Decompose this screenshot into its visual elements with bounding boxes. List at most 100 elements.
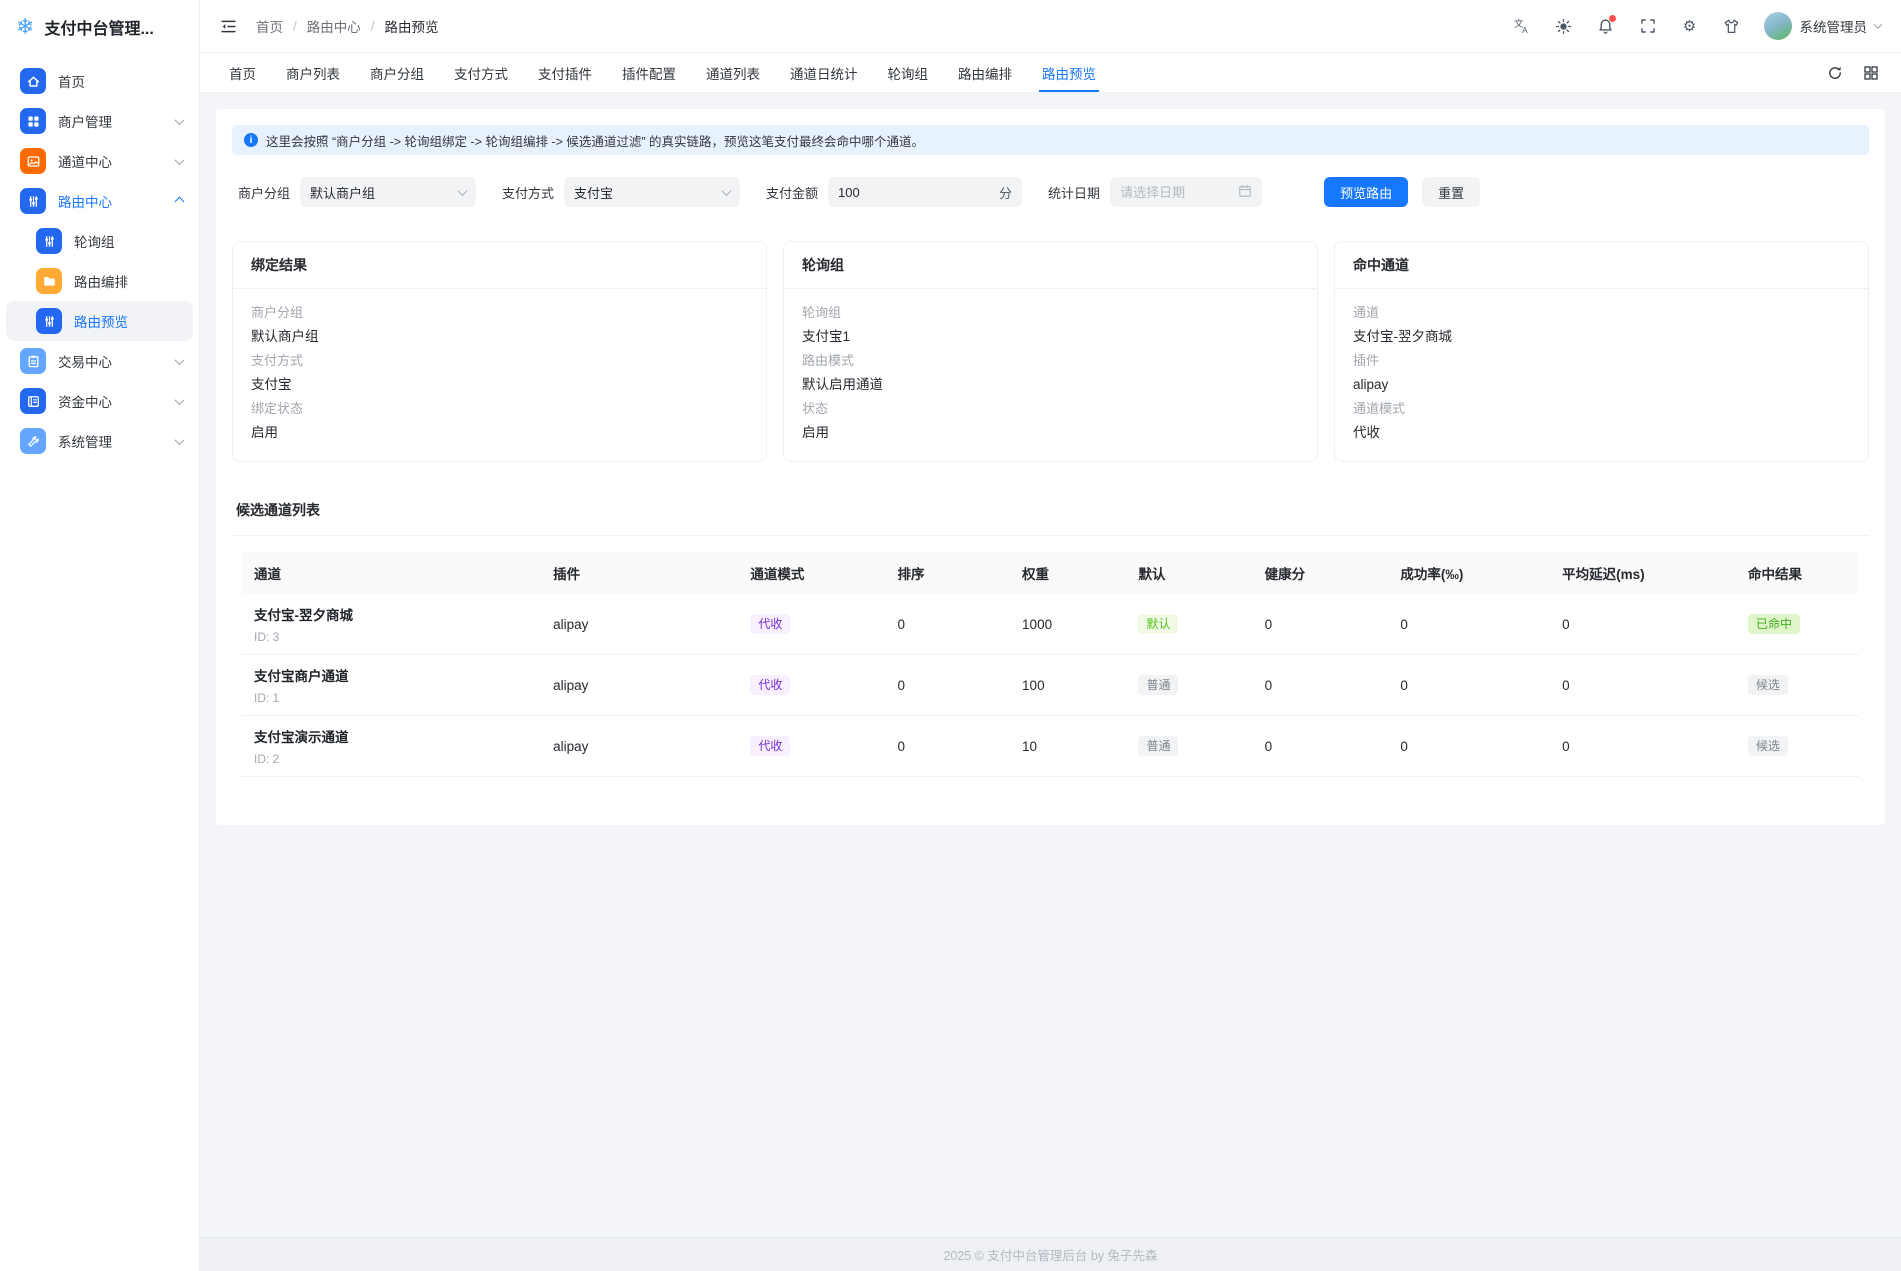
field-label: 轮询组 [802, 301, 1299, 325]
sidebar-item-label: 资金中心 [58, 391, 164, 411]
hit-result-tag: 候选 [1748, 736, 1788, 756]
home-icon [20, 68, 46, 94]
sidebar-item-route-center[interactable]: 路由中心 [6, 181, 193, 221]
svg-text:A: A [1522, 25, 1528, 35]
channel-name: 支付宝商户通道 [254, 665, 529, 685]
theme-sun-icon[interactable] [1554, 16, 1574, 36]
sidebar-item-label: 路由中心 [58, 191, 164, 211]
settings-gear-icon[interactable]: ⚙ [1680, 16, 1700, 36]
col-channel: 通道 [242, 552, 541, 594]
sidebar-item-channel-center[interactable]: 通道中心 [6, 141, 193, 181]
cell-success-rate: 0 [1388, 594, 1550, 655]
sidebar-item-route-preview[interactable]: 路由预览 [6, 301, 193, 341]
cell-avg-delay: 0 [1550, 594, 1736, 655]
sidebar-item-fund-center[interactable]: 资金中心 [6, 381, 193, 421]
tools-icon [20, 428, 46, 454]
notification-dot [1609, 15, 1616, 22]
col-success-rate: 成功率(‰) [1388, 552, 1550, 594]
breadcrumb-separator: / [293, 19, 297, 34]
main-area: 首页 / 路由中心 / 路由预览 文A ⚙ 系统管理员 [200, 0, 1901, 1271]
breadcrumb-home[interactable]: 首页 [256, 16, 283, 36]
tab-home[interactable]: 首页 [214, 53, 271, 92]
tab-pay-plugin[interactable]: 支付插件 [523, 53, 607, 92]
breadcrumb-separator: / [371, 19, 375, 34]
cell-plugin: alipay [541, 716, 738, 777]
card-title: 命中通道 [1335, 242, 1868, 289]
chevron-up-icon [175, 196, 185, 206]
tab-pay-method[interactable]: 支付方式 [439, 53, 523, 92]
sidebar-item-label: 通道中心 [58, 151, 164, 171]
notification-bell-icon[interactable] [1596, 16, 1616, 36]
merchant-group-select[interactable]: 默认商户组 [300, 177, 476, 207]
sidebar-item-merchant[interactable]: 商户管理 [6, 101, 193, 141]
chevron-down-icon [722, 186, 732, 196]
field-label: 支付方式 [251, 349, 748, 373]
sidebar-item-trade-center[interactable]: 交易中心 [6, 341, 193, 381]
col-weight: 权重 [1010, 552, 1126, 594]
cell-sort: 0 [886, 655, 1011, 716]
table-header-row: 通道 插件 通道模式 排序 权重 默认 健康分 成功率(‰) 平均延迟(ms) … [242, 552, 1859, 594]
amount-label: 支付金额 [766, 183, 818, 202]
tab-route-preview[interactable]: 路由预览 [1027, 53, 1111, 92]
footer: 2025 © 支付中台管理后台 by 兔子先森 [200, 1237, 1901, 1271]
col-hit-result: 命中结果 [1736, 552, 1859, 594]
sidebar-item-label: 交易中心 [58, 351, 164, 371]
field-value: 代收 [1353, 421, 1850, 445]
hit-result-tag: 已命中 [1748, 614, 1800, 634]
sidebar-item-route-orchestration[interactable]: 路由编排 [6, 261, 193, 301]
reset-button[interactable]: 重置 [1422, 177, 1480, 207]
sidebar-item-label: 轮询组 [74, 231, 183, 251]
preview-route-button[interactable]: 预览路由 [1324, 177, 1408, 207]
fullscreen-icon[interactable] [1638, 16, 1658, 36]
channel-id: ID: 1 [254, 691, 529, 705]
candidate-channel-table: 通道 插件 通道模式 排序 权重 默认 健康分 成功率(‰) 平均延迟(ms) … [242, 552, 1859, 777]
cell-health: 0 [1253, 716, 1389, 777]
translate-icon[interactable]: 文A [1512, 16, 1532, 36]
logo: ❄ 支付中台管理... [0, 0, 199, 53]
refresh-icon[interactable] [1825, 63, 1845, 83]
field-label: 绑定状态 [251, 397, 748, 421]
hit-result-tag: 候选 [1748, 675, 1788, 695]
polling-group-card: 轮询组 轮询组 支付宝1 路由模式 默认启用通道 状态 启用 [783, 241, 1318, 462]
cell-sort: 0 [886, 716, 1011, 777]
field-value: 默认商户组 [251, 325, 748, 349]
user-menu[interactable]: 系统管理员 [1764, 12, 1882, 40]
tab-polling-group[interactable]: 轮询组 [873, 53, 944, 92]
amount-input[interactable] [838, 185, 991, 200]
amount-field-wrap: 分 [828, 177, 1022, 207]
mode-tag: 代收 [750, 675, 790, 695]
sidebar-item-home[interactable]: 首页 [6, 61, 193, 101]
col-sort: 排序 [886, 552, 1011, 594]
layout-grid-icon[interactable] [1861, 63, 1881, 83]
date-input[interactable] [1120, 185, 1238, 200]
tab-channel-daily-stats[interactable]: 通道日统计 [775, 53, 873, 92]
cell-avg-delay: 0 [1550, 655, 1736, 716]
sidebar-item-system[interactable]: 系统管理 [6, 421, 193, 461]
channel-id: ID: 3 [254, 630, 529, 644]
tab-merchant-group[interactable]: 商户分组 [355, 53, 439, 92]
sidebar-item-polling-group[interactable]: 轮询组 [6, 221, 193, 261]
theme-shirt-icon[interactable] [1722, 16, 1742, 36]
info-alert: i 这里会按照 “商户分组 -> 轮询组绑定 -> 轮询组编排 -> 候选通道过… [232, 125, 1869, 155]
channel-name: 支付宝-翌夕商城 [254, 604, 529, 624]
tab-channel-list[interactable]: 通道列表 [691, 53, 775, 92]
chevron-down-icon [1874, 20, 1882, 28]
chevron-down-icon [175, 435, 185, 445]
cell-plugin: alipay [541, 594, 738, 655]
tab-route-orchestration[interactable]: 路由编排 [943, 53, 1027, 92]
cell-health: 0 [1253, 655, 1389, 716]
tab-plugin-config[interactable]: 插件配置 [607, 53, 691, 92]
pay-method-select[interactable]: 支付宝 [564, 177, 740, 207]
sidebar-menu: 首页 商户管理 通道中心 路由中心 轮询组 [0, 53, 199, 469]
field-value: 支付宝-翌夕商城 [1353, 325, 1850, 349]
tabbar: 首页 商户列表 商户分组 支付方式 支付插件 插件配置 通道列表 通道日统计 轮… [200, 53, 1901, 93]
cell-success-rate: 0 [1388, 716, 1550, 777]
sliders-icon [20, 188, 46, 214]
grid-icon [20, 108, 46, 134]
route-preview-panel: i 这里会按照 “商户分组 -> 轮询组绑定 -> 轮询组编排 -> 候选通道过… [216, 109, 1885, 825]
app-title: 支付中台管理... [44, 15, 153, 39]
menu-fold-icon[interactable] [218, 16, 238, 36]
result-cards: 绑定结果 商户分组 默认商户组 支付方式 支付宝 绑定状态 启用 轮询组 [232, 241, 1869, 462]
tab-merchant-list[interactable]: 商户列表 [271, 53, 355, 92]
breadcrumb-route-center[interactable]: 路由中心 [307, 16, 361, 36]
